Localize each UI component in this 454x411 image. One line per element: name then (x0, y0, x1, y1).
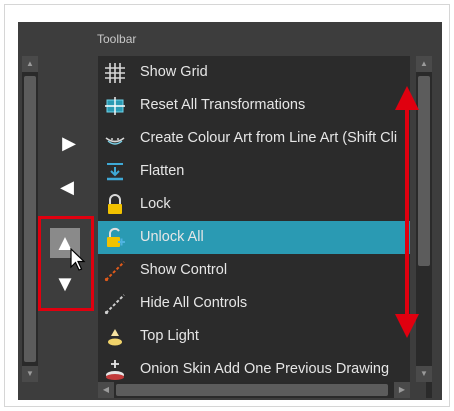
scroll-down-arrow[interactable]: ▼ (416, 366, 432, 382)
onion-skin-icon (106, 360, 124, 380)
toolbar-list-hscrollbar[interactable]: ◀ ▶ (98, 382, 410, 398)
add-to-toolbar-button[interactable]: ▶ (56, 130, 82, 156)
grid-icon (105, 63, 125, 83)
list-item[interactable]: Flatten (98, 155, 410, 188)
item-label: Top Light (140, 328, 199, 344)
scroll-thumb[interactable] (116, 384, 388, 396)
list-item[interactable]: Create Colour Art from Line Art (Shift C… (98, 122, 410, 155)
flatten-icon (107, 163, 123, 181)
panel-title: Toolbar (97, 32, 137, 46)
reset-transform-icon (105, 97, 125, 115)
lock-icon (108, 194, 122, 214)
remove-from-toolbar-button[interactable]: ◀ (54, 174, 80, 200)
show-control-icon (104, 261, 125, 282)
item-label: Onion Skin Add One Previous Drawing (140, 361, 390, 377)
item-label: Lock (140, 196, 171, 212)
scroll-corner (410, 382, 426, 398)
item-label: Show Grid (140, 64, 208, 80)
list-item[interactable]: Onion Skin Add One Previous Drawing (98, 353, 410, 382)
toolbar-customize-panel: Toolbar ▲ ▼ ▶ ◀ ▲ ▼ Show Grid Reset All … (18, 22, 442, 400)
scroll-right-arrow[interactable]: ▶ (394, 382, 410, 398)
item-label: Create Colour Art from Line Art (Shift C… (140, 130, 398, 146)
move-down-button[interactable]: ▼ (50, 269, 80, 299)
double-arrow-annotation-icon (395, 86, 419, 338)
available-list-scrollbar[interactable]: ▲ ▼ (22, 56, 38, 382)
scroll-up-arrow[interactable]: ▲ (22, 56, 38, 72)
toolbar-items-list[interactable]: Show Grid Reset All Transformations Crea… (98, 56, 410, 382)
list-item[interactable]: Top Light (98, 320, 410, 353)
item-label: Unlock All (140, 229, 204, 245)
list-item[interactable]: Lock (98, 188, 410, 221)
item-label: Show Control (140, 262, 228, 278)
item-label: Flatten (140, 163, 185, 179)
list-item[interactable]: Reset All Transformations (98, 89, 410, 122)
list-item[interactable]: Unlock All (98, 221, 410, 254)
list-item[interactable]: Show Grid (98, 56, 410, 89)
unlock-all-icon (107, 227, 125, 247)
scroll-down-arrow[interactable]: ▼ (22, 366, 38, 382)
top-light-icon (108, 329, 122, 346)
list-item[interactable]: Hide All Controls (98, 287, 410, 320)
mouse-pointer-icon (70, 248, 86, 271)
colour-art-icon (105, 137, 125, 145)
item-label: Hide All Controls (140, 295, 248, 311)
item-label: Reset All Transformations (140, 97, 306, 113)
hide-controls-icon (104, 294, 125, 315)
scroll-left-arrow[interactable]: ◀ (98, 382, 114, 398)
scroll-thumb[interactable] (24, 76, 36, 362)
scroll-up-arrow[interactable]: ▲ (416, 56, 432, 72)
list-item[interactable]: Show Control (98, 254, 410, 287)
